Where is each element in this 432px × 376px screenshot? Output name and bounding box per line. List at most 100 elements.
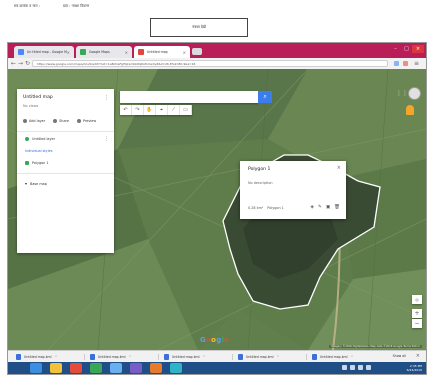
- menu-icon[interactable]: ≡: [414, 60, 419, 67]
- file-icon: [164, 354, 169, 360]
- volume-icon[interactable]: [350, 365, 355, 370]
- map-favicon-icon: [138, 49, 144, 55]
- pdf-reader-icon[interactable]: [70, 363, 82, 373]
- extension-icon[interactable]: [403, 61, 408, 66]
- file-explorer-icon[interactable]: [50, 363, 62, 373]
- close-icon[interactable]: ×: [337, 165, 341, 171]
- map-title[interactable]: Untitled map: [23, 95, 53, 100]
- start-button[interactable]: [30, 363, 42, 373]
- file-icon: [238, 354, 243, 360]
- camera-icon[interactable]: ▣: [326, 205, 330, 210]
- close-icon[interactable]: ×: [67, 50, 70, 55]
- forward-arrow-icon[interactable]: →: [18, 60, 23, 67]
- layer-item-polygon[interactable]: Polygon 1: [25, 161, 49, 165]
- chrome-icon[interactable]: [90, 363, 102, 373]
- new-tab-button[interactable]: [192, 48, 202, 55]
- popup-footer: 0.28 km² Polygon 1: [248, 206, 284, 210]
- extension-icon[interactable]: [394, 61, 399, 66]
- back-arrow-icon[interactable]: ←: [11, 60, 16, 67]
- url-field[interactable]: https://www.google.com/maps/d/u/0/edit?m…: [32, 60, 388, 67]
- panel-actions: Add layer Share Preview: [23, 119, 96, 123]
- minimize-icon[interactable]: –: [391, 45, 400, 53]
- download-item[interactable]: Untitled map.kml ⌃: [164, 353, 205, 361]
- app-icon[interactable]: [110, 363, 122, 373]
- google-logo: Google: [200, 336, 230, 344]
- reload-icon[interactable]: ↻: [25, 60, 30, 67]
- layer-options-icon[interactable]: ⋮: [104, 136, 109, 142]
- mymaps-panel: Untitled map ⋮ No views Add layer Share …: [17, 89, 114, 253]
- download-item[interactable]: Untitled map.kml ⌃: [238, 353, 279, 361]
- share-icon: [53, 119, 58, 123]
- close-icon[interactable]: ×: [183, 50, 186, 55]
- download-item[interactable]: Untitled map.kml ⌃: [16, 353, 57, 361]
- download-item[interactable]: Untitled map.kml ⌃: [312, 353, 353, 361]
- ruler-icon[interactable]: ▭: [180, 105, 192, 115]
- search-icon[interactable]: ⌕: [258, 91, 272, 103]
- clock[interactable]: 2:45 PM 6/24/2016: [407, 364, 422, 372]
- zoom-out-button[interactable]: −: [412, 319, 422, 328]
- close-icon[interactable]: ×: [416, 353, 420, 359]
- street-view-pegman-icon[interactable]: [406, 105, 414, 115]
- chevron-up-icon[interactable]: ⌃: [203, 355, 206, 359]
- tab-1[interactable]: Un titled map - Google My ×: [14, 46, 74, 58]
- marker-icon[interactable]: ⌖: [156, 105, 168, 115]
- edit-pencil-icon[interactable]: ✎: [318, 205, 322, 210]
- window-close-icon[interactable]: ×: [412, 45, 424, 53]
- divider: [306, 354, 307, 360]
- chevron-up-icon[interactable]: ⌃: [277, 355, 280, 359]
- my-location-icon[interactable]: ◎: [412, 295, 422, 304]
- divider: [158, 354, 159, 360]
- area-label: 0.28 km²: [248, 206, 264, 210]
- preview-button[interactable]: Preview: [76, 119, 96, 123]
- divider: [84, 354, 85, 360]
- apps-grid-icon[interactable]: ⋮⋮: [396, 90, 408, 97]
- redo-icon[interactable]: ↷: [132, 105, 144, 115]
- language-icon[interactable]: [366, 365, 371, 370]
- layer-style-link[interactable]: Individual styles: [25, 149, 53, 153]
- close-icon[interactable]: ×: [125, 50, 128, 55]
- draw-line-icon[interactable]: ⟋: [168, 105, 180, 115]
- chevron-up-icon[interactable]: ⌃: [129, 355, 132, 359]
- checkbox-icon[interactable]: [25, 137, 29, 141]
- zoom-in-button[interactable]: +: [412, 309, 422, 318]
- maximize-icon[interactable]: □: [402, 45, 411, 53]
- header-right-text: ग्राम : नक्शा विवरण: [63, 4, 90, 8]
- battery-icon[interactable]: [358, 365, 363, 370]
- browser-screenshot: Un titled map - Google My × Google Maps …: [7, 42, 427, 375]
- popup-title: Polygon 1: [248, 167, 271, 172]
- chevron-up-icon[interactable]: ⌃: [351, 355, 354, 359]
- undo-icon[interactable]: ↶: [120, 105, 132, 115]
- header-left-text: सत्र क्रमांक व नाम :: [14, 4, 40, 8]
- chevron-up-icon[interactable]: ⌃: [55, 355, 58, 359]
- windows-taskbar: 2:45 PM 6/24/2016: [8, 362, 426, 374]
- app-icon[interactable]: [150, 363, 162, 373]
- tab-3-active[interactable]: Untitled map ×: [134, 46, 190, 58]
- view-map-button[interactable]: नक्शा देखें: [150, 18, 248, 37]
- tab-2[interactable]: Google Maps ×: [76, 46, 132, 58]
- map-attribution: Imagery ©2016 DigitalGlobe, Map data ©20…: [329, 345, 422, 348]
- divider: [232, 354, 233, 360]
- avatar[interactable]: [408, 87, 421, 100]
- feature-popup: Polygon 1 × No description 0.28 km² Poly…: [240, 161, 346, 219]
- app-icon[interactable]: [170, 363, 182, 373]
- popup-description: No description: [248, 181, 273, 185]
- search-input[interactable]: [120, 91, 258, 103]
- show-all-downloads-link[interactable]: Show all: [393, 354, 406, 358]
- divider: [17, 173, 114, 174]
- clock-date: 6/24/2016: [406, 368, 422, 372]
- app-icon[interactable]: [130, 363, 142, 373]
- hand-icon[interactable]: ✋: [144, 105, 156, 115]
- share-button[interactable]: Share: [53, 119, 69, 123]
- map-favicon-icon: [80, 49, 86, 55]
- layer-header[interactable]: Untitled layer: [25, 137, 55, 141]
- map-subtitle: No views: [23, 104, 39, 108]
- add-layer-button[interactable]: Add layer: [23, 119, 45, 123]
- paint-bucket-icon[interactable]: ◈: [310, 205, 314, 210]
- network-icon[interactable]: [342, 365, 347, 370]
- download-item[interactable]: Untitled map.kml ⌃: [90, 353, 131, 361]
- satellite-map[interactable]: ⋮⋮ Untitled map ⋮ No views Add layer Sha…: [8, 69, 426, 350]
- polygon-icon: [25, 161, 29, 165]
- more-options-icon[interactable]: ⋮: [104, 95, 109, 101]
- basemap-toggle[interactable]: ▾ Base map: [25, 181, 47, 186]
- delete-icon[interactable]: 🗑: [334, 205, 340, 210]
